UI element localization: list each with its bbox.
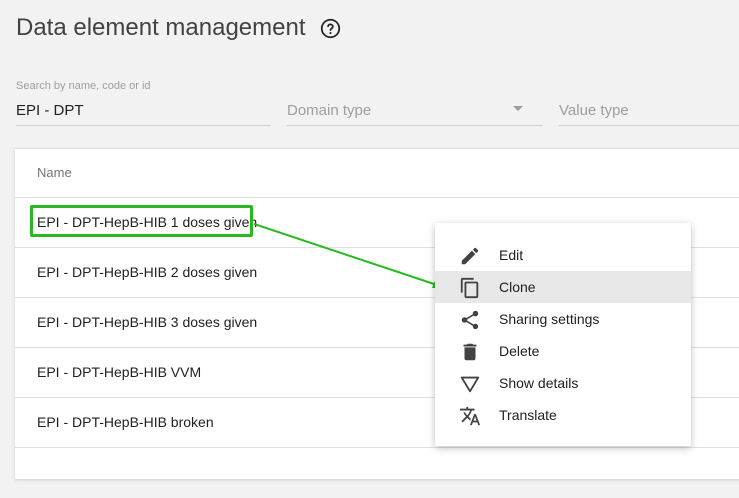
share-icon [459,309,481,331]
menu-item-label: Translate [499,407,557,423]
menu-item-label: Sharing settings [499,311,600,327]
menu-item-label: Edit [499,247,524,263]
trash-icon [459,341,481,363]
menu-item-delete[interactable]: Delete [435,335,691,367]
menu-item-clone[interactable]: Clone [435,271,691,303]
menu-item-sharing-settings[interactable]: Sharing settings [435,303,691,335]
triangle-down-icon [459,373,481,395]
menu-item-label: Clone [499,279,536,295]
context-menu: Edit Clone Sharing settings Delete Show … [435,223,691,446]
menu-item-translate[interactable]: Translate [435,399,691,431]
menu-item-edit[interactable]: Edit [435,239,691,271]
pencil-icon [459,245,481,267]
menu-item-show-details[interactable]: Show details [435,367,691,399]
menu-item-label: Delete [499,343,540,359]
copy-icon [459,277,481,299]
menu-item-label: Show details [499,375,579,391]
translate-icon [459,405,481,427]
